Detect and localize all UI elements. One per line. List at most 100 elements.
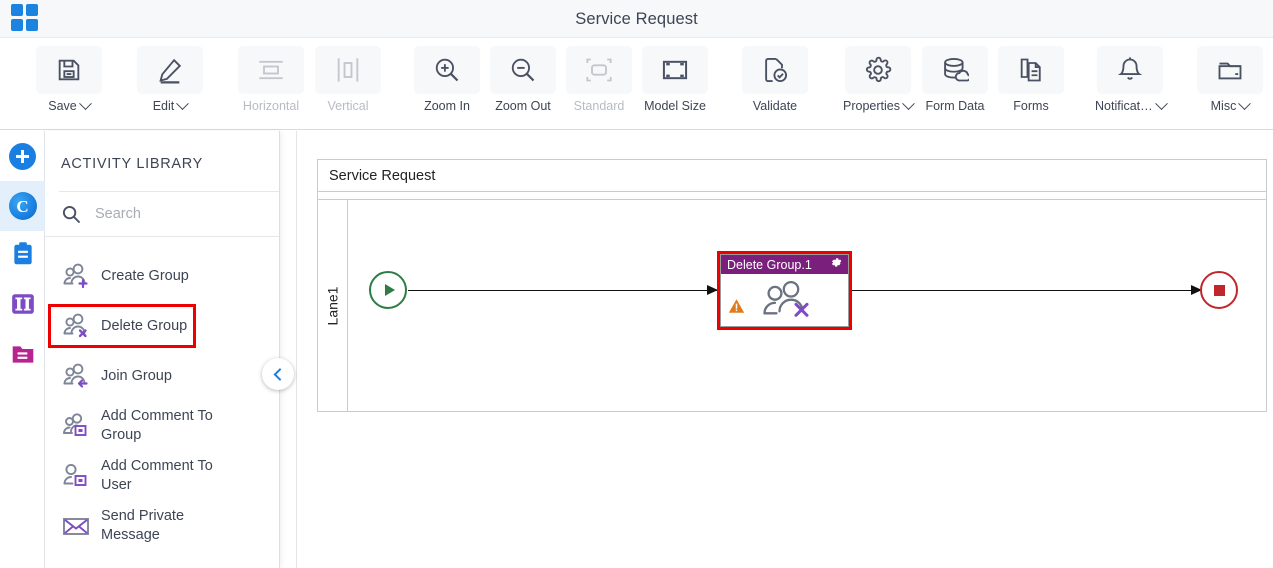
columns-icon [10, 291, 36, 322]
task-delete-group[interactable]: Delete Group.1 [717, 251, 852, 330]
toolbar-button-label-text: Properties [843, 99, 900, 113]
gear-icon [844, 46, 911, 94]
page-title: Service Request [575, 10, 698, 28]
lane: Lane1 Delete Group.1 [318, 200, 1266, 411]
bell-icon [1097, 46, 1164, 94]
toolbar-button-label-text: Misc [1210, 99, 1237, 113]
toolbar-button-label: Properties [843, 96, 915, 113]
task-body [721, 274, 848, 326]
search-row [45, 192, 279, 237]
toolbar-button-misc[interactable]: Misc [1197, 46, 1263, 124]
list-item-join-group[interactable]: Join Group [45, 351, 279, 401]
toolbar-button-edit[interactable]: Edit [137, 46, 203, 124]
toolbar-button-label-text: Horizontal [242, 99, 300, 113]
toolbar-button-label: Form Data [925, 99, 984, 113]
activity-list: Create Group Delete Group Join Group Add Co… [45, 237, 279, 568]
toolbar-button-label: Notificat… [1095, 96, 1168, 113]
search-input[interactable] [93, 205, 243, 223]
add-comment-user-icon [61, 461, 101, 491]
toolbar-button-label: Horizontal [243, 99, 299, 113]
list-item-create-group[interactable]: Create Group [45, 251, 279, 301]
toolbar-button-label-text: Validate [752, 99, 798, 113]
lane-body[interactable]: Delete Group.1 [348, 200, 1266, 411]
list-item-send-private-message[interactable]: Send Private Message [45, 501, 279, 551]
rail-item-add-new[interactable] [0, 131, 45, 181]
warning-triangle-icon [728, 298, 745, 319]
list-item-add-comment-to-user[interactable]: Add Comment To User [45, 451, 279, 501]
toolbar-button-save[interactable]: Save [36, 46, 102, 124]
list-item-label: Send Private Message [101, 508, 185, 543]
toolbar-button-label-text: Zoom Out [495, 99, 551, 113]
toolbar-button-label-text: Save [48, 99, 77, 113]
join-group-icon [61, 361, 101, 391]
end-event[interactable] [1200, 271, 1238, 309]
toolbar-button-notificat[interactable]: Notificat… [1095, 46, 1168, 124]
diagram-canvas[interactable]: Service Request Lane1 Delete Group.1 [296, 131, 1273, 568]
toolbar-button-zoom-in[interactable]: Zoom In [414, 46, 480, 124]
horizontal-align-icon [238, 46, 304, 94]
create-group-icon [61, 261, 101, 291]
toolbar-button-validate[interactable]: Validate [742, 46, 808, 124]
task-title: Delete Group.1 [727, 257, 812, 272]
toolbar-button-label-text: Forms [1013, 99, 1049, 113]
panel-collapse-button[interactable] [262, 358, 294, 390]
vertical-align-icon [315, 46, 381, 94]
rail-item-columns[interactable] [0, 281, 45, 331]
toolbar-button-form-data[interactable]: Form Data [922, 46, 988, 124]
list-item-label: Delete Group [101, 317, 188, 334]
title-bar: Service Request [0, 0, 1273, 38]
toolbar-button-label: Standard [574, 99, 625, 113]
pool-spacer [318, 192, 1266, 200]
add-new-icon [9, 142, 36, 170]
rail-item-collaboration[interactable]: C [0, 181, 45, 231]
pool[interactable]: Service Request Lane1 Delete Group.1 [317, 159, 1267, 412]
list-item-label: Add Comment To Group [101, 408, 213, 443]
toolbar-button-label-text: Model Size [644, 99, 706, 113]
chevron-down-icon [902, 96, 915, 110]
toolbar-button-label-text: Form Data [925, 99, 985, 113]
start-event[interactable] [369, 271, 407, 309]
list-item-add-comment-to-group[interactable]: Add Comment To Group [45, 401, 279, 451]
toolbar-button-vertical: Vertical [315, 46, 381, 124]
toolbar-button-label: Forms [1013, 99, 1048, 113]
list-item-label: Join Group [101, 367, 172, 384]
toolbar-button-label: Edit [152, 96, 190, 113]
collaboration-icon: C [8, 192, 37, 220]
chevron-down-icon [78, 96, 92, 110]
gear-icon[interactable] [830, 256, 843, 274]
standard-size-icon [566, 46, 632, 94]
list-item-label: Create Group [101, 267, 189, 284]
delete-group-icon [61, 311, 101, 341]
forms-copy-icon [998, 46, 1064, 94]
delete-group-icon [758, 279, 812, 324]
lane-label-text: Lane1 [324, 286, 341, 325]
toolbar-button-label: Zoom In [424, 99, 470, 113]
activity-library-panel: ACTIVITY LIBRARY Create Group Delete Grou… [45, 131, 280, 568]
toolbar-button-model-size[interactable]: Model Size [642, 46, 708, 124]
envelope-message-icon [61, 511, 101, 541]
toolbar-button-label-text: Standard [573, 99, 625, 113]
chevron-down-icon [176, 96, 190, 110]
model-size-icon [642, 46, 708, 94]
folder-icon [10, 341, 36, 372]
toolbar-button-label: Validate [753, 99, 797, 113]
toolbar-button-label-text: Notificat… [1095, 99, 1153, 113]
toolbar-button-properties[interactable]: Properties [843, 46, 915, 124]
toolbar-button-horizontal: Horizontal [238, 46, 304, 124]
toolbar: Save Edit Horizontal Vertical Zoom In Zoom Ou… [0, 38, 1273, 130]
toolbar-button-forms[interactable]: Forms [998, 46, 1064, 124]
rail-item-clipboard[interactable] [0, 231, 45, 281]
sequence-flow-1[interactable] [408, 284, 718, 295]
list-item-delete-group[interactable]: Delete Group [45, 301, 279, 351]
search-icon [61, 204, 81, 224]
pencil-edit-icon [137, 46, 203, 94]
rail-item-folder[interactable] [0, 331, 45, 381]
chevron-down-icon [1238, 96, 1252, 110]
toolbar-button-label: Vertical [328, 99, 369, 113]
list-item-partial[interactable] [45, 237, 279, 251]
toolbar-button-zoom-out[interactable]: Zoom Out [490, 46, 556, 124]
sequence-flow-2[interactable] [852, 284, 1202, 295]
toolbar-button-label: Save [48, 96, 92, 113]
toolbar-button-label-text: Edit [152, 99, 175, 113]
clipboard-icon [10, 241, 36, 272]
